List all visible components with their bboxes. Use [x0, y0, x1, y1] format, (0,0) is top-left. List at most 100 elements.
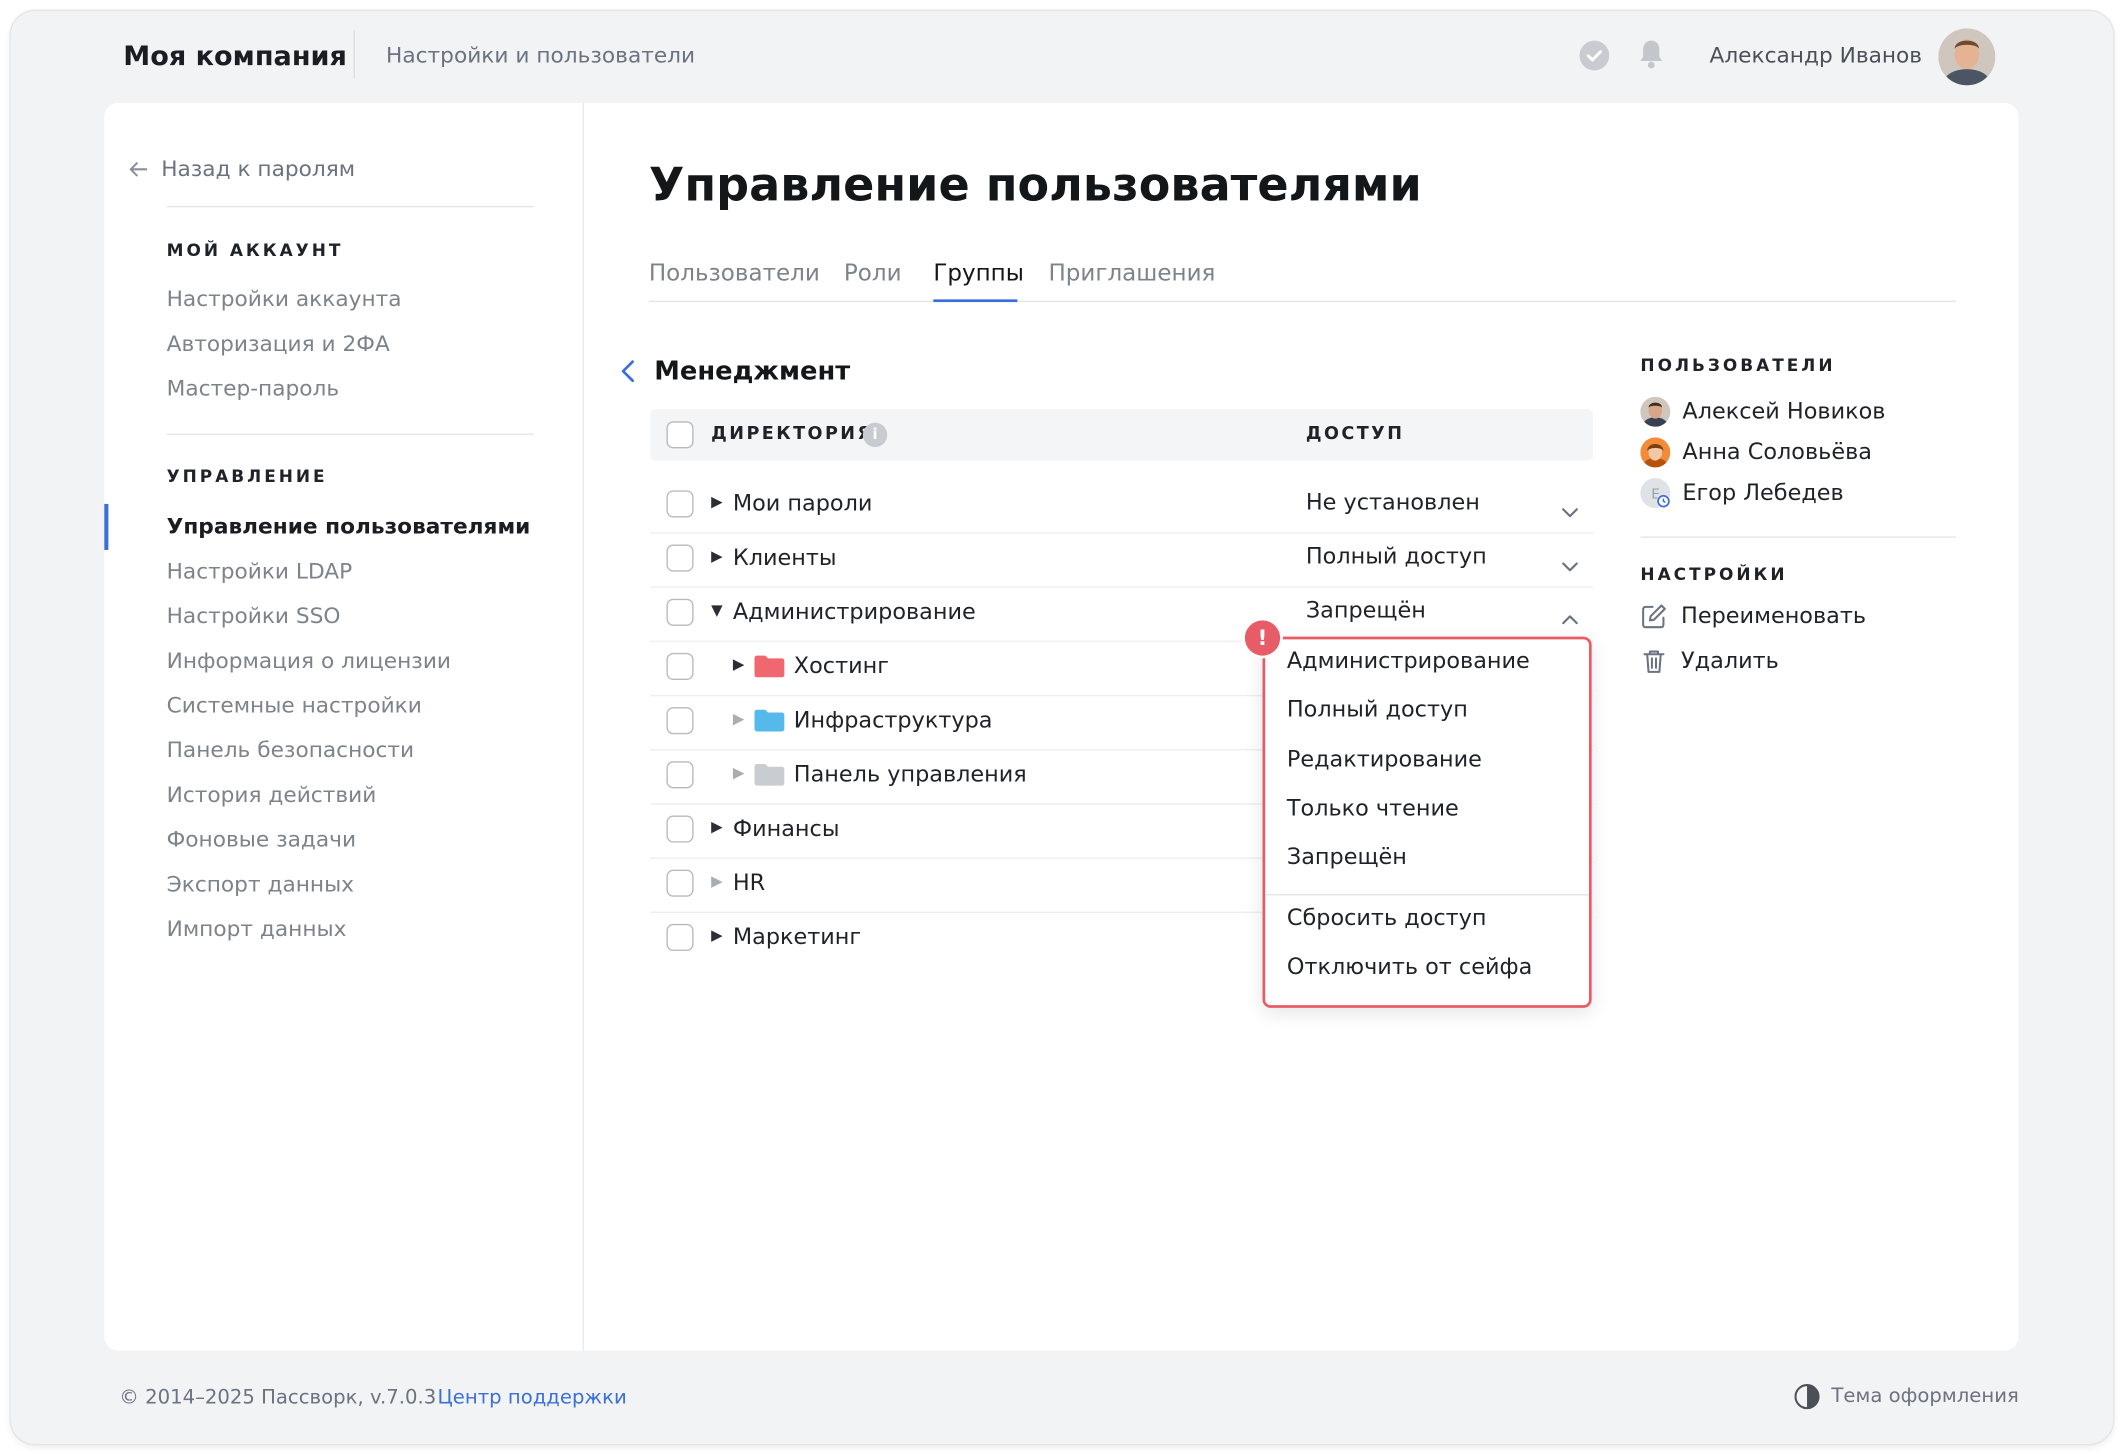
back-link-label: Назад к паролям — [161, 155, 356, 182]
folder-icon-red — [754, 655, 785, 678]
group-member[interactable]: E Егор Лебедев — [1640, 478, 1844, 508]
group-settings-title: НАСТРОЙКИ — [1640, 563, 1788, 584]
contrast-icon — [1794, 1384, 1820, 1410]
expand-arrow-icon[interactable]: ▶ — [711, 547, 725, 565]
expand-arrow-icon[interactable]: ▶ — [711, 818, 725, 836]
collapse-arrow-icon[interactable]: ▼ — [711, 601, 725, 619]
chevron-left-icon[interactable] — [619, 359, 638, 383]
access-dropdown-menu: Администрирование Полный доступ Редактир… — [1262, 636, 1592, 1008]
tabs-divider — [648, 300, 1957, 303]
row-checkbox[interactable] — [666, 869, 694, 897]
group-member[interactable]: Анна Соловьёва — [1640, 437, 1872, 468]
sidebar-item-ldap[interactable]: Настройки LDAP — [167, 557, 353, 587]
tab-groups[interactable]: Группы — [933, 257, 1024, 290]
directory-name[interactable]: Финансы — [733, 814, 840, 844]
delete-group-button[interactable]: Удалить — [1640, 646, 1779, 676]
expand-arrow-icon[interactable]: ▶ — [711, 872, 725, 890]
header-section-title: Настройки и пользователи — [386, 41, 696, 68]
chevron-down-icon[interactable] — [1560, 553, 1579, 572]
sidebar-active-indicator — [104, 503, 109, 550]
row-checkbox[interactable] — [666, 761, 694, 789]
trash-icon — [1643, 650, 1665, 673]
rename-group-button[interactable]: Переименовать — [1640, 601, 1866, 631]
tab-users[interactable]: Пользователи — [649, 257, 820, 290]
row-checkbox[interactable] — [666, 652, 694, 681]
directory-name[interactable]: Маркетинг — [733, 922, 861, 952]
access-option-full[interactable]: Полный доступ — [1287, 695, 1468, 725]
sidebar-item-sso[interactable]: Настройки SSO — [167, 601, 341, 631]
reset-access-option[interactable]: Сбросить доступ — [1287, 904, 1487, 934]
directory-name[interactable]: Инфраструктура — [794, 706, 993, 736]
tab-roles[interactable]: Роли — [844, 257, 902, 290]
directory-name[interactable]: Администрирование — [733, 597, 976, 627]
folder-icon-gray — [754, 763, 785, 786]
sidebar-item-account-settings[interactable]: Настройки аккаунта — [167, 284, 402, 314]
directory-name[interactable]: Клиенты — [733, 543, 837, 573]
content-card: Назад к паролям МОЙ АККАУНТ Настройки ак… — [104, 102, 2019, 1351]
directory-name[interactable]: Хостинг — [794, 652, 889, 682]
access-option-read-only[interactable]: Только чтение — [1287, 794, 1459, 824]
company-brand[interactable]: Моя компания — [123, 38, 347, 73]
detach-from-vault-option[interactable]: Отключить от сейфа — [1287, 952, 1532, 982]
sidebar-item-data-import[interactable]: Импорт данных — [167, 914, 347, 944]
select-all-checkbox[interactable] — [666, 421, 694, 449]
arrow-left-icon — [129, 162, 148, 177]
access-select-value[interactable]: Полный доступ — [1306, 542, 1487, 572]
row-checkbox[interactable] — [666, 707, 694, 735]
access-select-value[interactable]: Запрещён — [1306, 596, 1426, 626]
sidebar-item-security-dashboard[interactable]: Панель безопасности — [167, 736, 415, 766]
check-circle-icon[interactable] — [1579, 40, 1610, 71]
access-select-value[interactable]: Не установлен — [1306, 488, 1480, 518]
group-member[interactable]: Алексей Новиков — [1640, 396, 1886, 427]
row-checkbox[interactable] — [666, 815, 694, 843]
user-avatar[interactable] — [1938, 28, 1996, 86]
row-checkbox[interactable] — [666, 923, 694, 951]
group-title: Менеджмент — [654, 356, 851, 387]
theme-toggle[interactable]: Тема оформления — [1793, 1383, 2019, 1410]
expand-arrow-icon[interactable]: ▶ — [733, 764, 747, 782]
expand-arrow-icon[interactable]: ▶ — [733, 710, 747, 728]
row-divider — [650, 586, 1594, 588]
sidebar-section-management: УПРАВЛЕНИЕ — [166, 465, 328, 487]
back-to-passwords-link[interactable]: Назад к паролям — [129, 154, 355, 184]
access-option-edit[interactable]: Редактирование — [1287, 745, 1482, 775]
access-option-forbidden[interactable]: Запрещён — [1287, 843, 1407, 873]
member-avatar-pending: E — [1640, 478, 1671, 508]
chevron-down-icon[interactable] — [1560, 498, 1579, 518]
member-name: Егор Лебедев — [1682, 479, 1844, 506]
row-checkbox[interactable] — [666, 598, 694, 626]
member-name: Алексей Новиков — [1682, 398, 1886, 424]
alert-icon: ! — [1244, 620, 1281, 656]
row-divider — [650, 532, 1594, 534]
group-users-title: ПОЛЬЗОВАТЕЛИ — [1640, 354, 1836, 376]
folder-icon-blue — [754, 709, 785, 732]
header-divider — [353, 29, 355, 79]
current-user-name[interactable]: Александр Иванов — [1710, 42, 1923, 69]
bell-icon[interactable] — [1636, 38, 1666, 71]
row-checkbox[interactable] — [666, 544, 694, 572]
sidebar-item-data-export[interactable]: Экспорт данных — [167, 870, 354, 900]
directory-name[interactable]: Мои пароли — [733, 489, 873, 519]
sidebar-item-background-tasks[interactable]: Фоновые задачи — [167, 825, 356, 855]
info-icon[interactable]: i — [862, 422, 888, 448]
sidebar-item-system-settings[interactable]: Системные настройки — [167, 691, 422, 721]
chevron-up-icon[interactable] — [1560, 607, 1579, 625]
directory-name[interactable]: Панель управления — [794, 760, 1027, 790]
expand-arrow-icon[interactable]: ▶ — [733, 656, 747, 674]
sidebar-item-license[interactable]: Информация о лицензии — [167, 646, 451, 676]
sidebar-separator — [166, 433, 534, 435]
directory-name[interactable]: HR — [733, 868, 765, 898]
sidebar-item-master-password[interactable]: Мастер-пароль — [167, 374, 340, 404]
sidebar-divider — [582, 102, 584, 1351]
tab-invitations[interactable]: Приглашения — [1048, 257, 1215, 290]
rename-label: Переименовать — [1681, 602, 1867, 629]
expand-arrow-icon[interactable]: ▶ — [711, 927, 725, 945]
sidebar-item-activity-history[interactable]: История действий — [167, 780, 377, 810]
row-checkbox[interactable] — [666, 490, 694, 518]
expand-arrow-icon[interactable]: ▶ — [711, 493, 725, 511]
sidebar-item-auth-2fa[interactable]: Авторизация и 2ФА — [167, 329, 390, 359]
access-option-admin[interactable]: Администрирование — [1287, 646, 1530, 676]
page-title: Управление пользователями — [648, 158, 1422, 213]
support-center-link[interactable]: Центр поддержки — [438, 1384, 627, 1411]
sidebar-item-user-management[interactable]: Управление пользователями — [167, 512, 531, 542]
